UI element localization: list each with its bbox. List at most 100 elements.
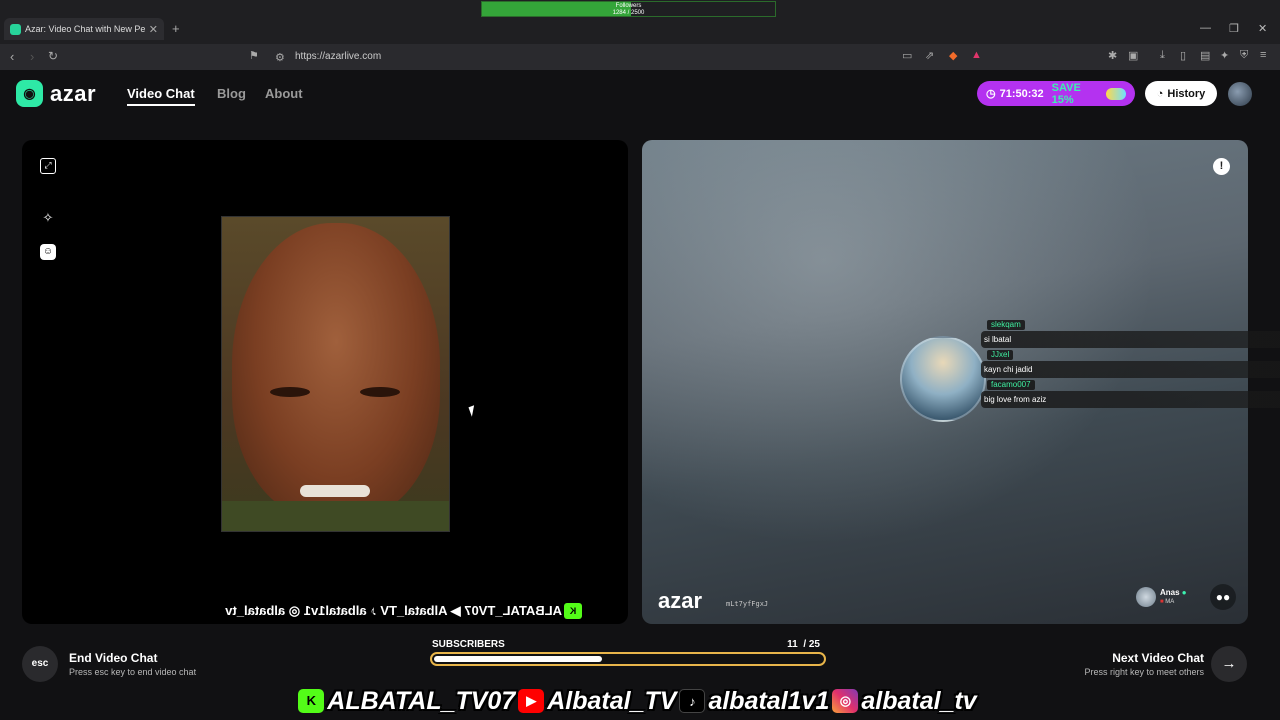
azar-favicon-icon — [10, 23, 21, 35]
flag-icon: ■ — [1160, 599, 1164, 605]
chat-message: big love from aziz — [981, 391, 1280, 408]
youtube-icon: ▶ — [518, 689, 545, 713]
download-icon[interactable]: ⤓ — [1160, 49, 1165, 62]
cast-icon[interactable]: ▭ — [902, 49, 912, 62]
share-icon[interactable]: ⇗ — [925, 49, 934, 62]
menu-icon[interactable]: ≡ — [1260, 49, 1266, 61]
subscribers-current: 11 — [787, 639, 798, 650]
screenshot-icon[interactable]: ▣ — [1128, 49, 1138, 62]
browser-address-bar: ‹ › ↻ ⚑ ⚙ https://azarlive.com ▭ ⇗ ◆ ▲ ✱… — [0, 44, 1280, 70]
subscribers-progress-fill — [434, 656, 603, 662]
chat-item: facamo007 big love from aziz — [981, 380, 1280, 410]
kick-icon: K — [564, 603, 582, 619]
promo-timer-button[interactable]: ◷ 71:50:32 SAVE 15% — [977, 81, 1135, 106]
wallet-icon[interactable]: ▤ — [1200, 49, 1210, 62]
clock-icon: ◷ — [986, 88, 996, 100]
followers-goal: 2500 — [631, 10, 645, 16]
restore-button[interactable]: ❐ — [1229, 22, 1239, 35]
chat-item: JJxel kayn chi jadid — [981, 350, 1280, 380]
next-chat-hint: Press right key to meet others — [1084, 667, 1204, 677]
chat-bubble-icon: ●● — [1215, 590, 1231, 604]
kick-handle: ALBATAL_TV07 — [327, 686, 516, 715]
arrow-right-icon: → — [1221, 655, 1237, 672]
report-shield-icon[interactable]: ! — [1213, 158, 1230, 175]
chat-message: kayn chi jadid — [981, 361, 1280, 378]
followers-separator: / — [627, 10, 630, 16]
chat-message: si lbatal — [981, 331, 1280, 348]
end-chat-button[interactable]: esc — [22, 646, 58, 682]
nav-video-chat[interactable]: Video Chat — [127, 86, 195, 106]
face-collar — [222, 501, 449, 531]
face-eye-right — [360, 387, 400, 397]
reload-icon[interactable]: ↻ — [48, 49, 58, 63]
kick-icon: K — [298, 689, 325, 713]
subscribers-progress-bar — [430, 652, 826, 666]
subscribers-label: SUBSCRIBERS — [432, 639, 505, 650]
partner-country: MA — [1165, 599, 1175, 605]
followers-goal-widget: Followers 1284 / 2500 — [481, 1, 776, 17]
mouse-cursor — [468, 405, 478, 417]
nav-about[interactable]: About — [265, 86, 303, 101]
minimize-button[interactable]: — — [1200, 22, 1211, 34]
tiktok-icon: ♪ — [679, 689, 706, 713]
face-eye-left — [270, 387, 310, 397]
tiktok-handle: albatal1v1 — [708, 686, 830, 715]
sidebar-icon[interactable]: ▯ — [1180, 49, 1186, 62]
chat-username: JJxel — [987, 350, 1014, 360]
nav-blog[interactable]: Blog — [217, 86, 246, 101]
face-mouth — [300, 485, 370, 497]
next-chat-button[interactable]: → — [1211, 646, 1247, 682]
forward-icon[interactable]: › — [30, 49, 34, 64]
subscribers-count: 11 / 25 — [770, 639, 820, 650]
site-info-icon[interactable]: ⚙ — [275, 51, 285, 64]
followers-current: 1284 — [612, 10, 626, 16]
social-handles-overlay: K ALBATAL_TV07 ▶ Albatal_TV ♪ albatal1v1… — [256, 684, 1016, 718]
next-chat-title: Next Video Chat — [1112, 651, 1204, 665]
promo-timer: 71:50:32 — [999, 87, 1044, 100]
magic-wand-icon[interactable]: ✧ — [40, 210, 56, 226]
tab-title: Azar: Video Chat with New Pe — [25, 24, 145, 34]
chat-username: facamo007 — [987, 380, 1035, 390]
chat-username: slekqam — [987, 320, 1025, 330]
followers-label: Followers — [615, 3, 642, 9]
promo-save-label: SAVE 15% — [1051, 81, 1081, 106]
extensions-icon[interactable]: ✱ — [1108, 49, 1117, 62]
fullscreen-icon[interactable]: ⤢ — [40, 158, 56, 174]
history-button[interactable]: ◔ History — [1145, 81, 1217, 106]
youtube-handle: Albatal_TV — [547, 686, 677, 715]
vpn-icon[interactable]: ⛨ — [1240, 49, 1248, 62]
azar-watermark: azar — [658, 588, 703, 613]
browser-tab[interactable]: Azar: Video Chat with New Pe ✕ — [4, 18, 164, 40]
tab-close-icon[interactable]: ✕ — [149, 23, 158, 36]
mirrored-social-banner: K ALBATAL_TV07 ▶ Albatal_TV ♪ albatal1v1… — [78, 600, 584, 622]
azar-logo[interactable]: ◉ azar — [16, 80, 96, 107]
partner-info-chip[interactable]: Anas ● ■ MA — [1136, 587, 1187, 607]
verified-icon: ● — [1181, 588, 1187, 597]
chat-item: slekqam si lbatal — [981, 320, 1280, 350]
face-filter-icon[interactable]: ☺ — [40, 244, 56, 260]
message-button[interactable]: ●● — [1210, 584, 1236, 610]
gems-icon — [1106, 87, 1126, 100]
subscribers-goal: / 25 — [803, 639, 820, 650]
partner-profile-photo — [900, 336, 986, 422]
back-icon[interactable]: ‹ — [10, 49, 14, 64]
end-chat-title: End Video Chat — [69, 651, 158, 665]
brave-rewards-icon[interactable]: ▲ — [971, 49, 982, 61]
end-chat-hint: Press esc key to end video chat — [69, 667, 197, 677]
self-camera-feed — [221, 216, 450, 532]
url-field[interactable]: ⚙ https://azarlive.com — [270, 47, 990, 67]
brave-shield-icon[interactable]: ◆ — [949, 49, 957, 62]
partner-avatar — [1136, 587, 1156, 607]
instagram-handle: albatal_tv — [861, 686, 977, 715]
stream-chat-overlay: slekqam si lbatal JJxel kayn chi jadid f… — [981, 320, 1280, 410]
self-video-panel: ⤢ ✧ ☺ K ALBATAL_TV07 ▶ Albatal_TV ♪ alba… — [22, 140, 628, 624]
close-window-button[interactable]: ✕ — [1258, 22, 1267, 35]
watermark-code: mLt7yfFgxJ — [726, 600, 769, 608]
profile-avatar[interactable] — [1228, 82, 1252, 106]
new-tab-button[interactable]: + — [172, 21, 180, 36]
azar-logo-text: azar — [50, 80, 97, 106]
leo-ai-icon[interactable]: ✦ — [1220, 49, 1229, 62]
instagram-icon: ◎ — [832, 689, 859, 713]
bookmark-icon[interactable]: ⚑ — [249, 49, 259, 62]
mirrored-banner-text: ALBATAL_TV07 ▶ Albatal_TV ♪ albatal1v1 ◎… — [225, 603, 562, 618]
